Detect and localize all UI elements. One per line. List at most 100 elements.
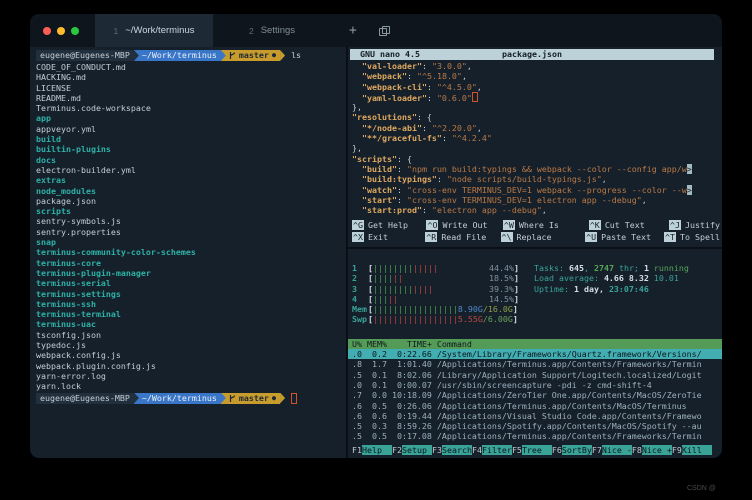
- nano-shortcut-replace[interactable]: ^\Replace: [501, 232, 586, 242]
- overlapping-windows-icon: [379, 26, 390, 36]
- nano-token: "resolutions": [352, 112, 417, 122]
- tab-terminal[interactable]: 1 ~/Work/terminus: [95, 14, 213, 47]
- duplicate-tab-button[interactable]: [373, 14, 396, 47]
- nano-shortcut-where-is[interactable]: ^W Where Is: [503, 220, 589, 230]
- shortcut-label: Get Help: [368, 220, 408, 230]
- nano-token: "^5.18.0": [417, 71, 462, 81]
- nano-token: ,: [477, 123, 482, 133]
- htop-stat-line: Load average: 4.66 8.32 10.01: [534, 273, 689, 283]
- branch-name: master: [239, 50, 269, 61]
- meter-label: 4: [352, 294, 368, 304]
- nano-shortcut-get-help[interactable]: ^G Get Help: [352, 220, 426, 230]
- fkey-number: F1: [352, 445, 362, 455]
- htop-pane[interactable]: 1[|||||||||||||44.4%]2[||||||18.5%]3[|||…: [348, 249, 722, 458]
- directory-entry: terminus-uac: [36, 319, 346, 329]
- new-tab-button[interactable]: +: [341, 14, 365, 47]
- file-entry: LICENSE: [36, 83, 346, 93]
- fkey-number: F4: [472, 445, 482, 455]
- titlebar[interactable]: 1 ~/Work/terminus 2 Settings +: [30, 14, 722, 47]
- htop-fkey-nice+[interactable]: F8Nice +: [632, 445, 672, 455]
- shortcut-label: Where Is: [519, 220, 559, 230]
- shortcut-key: ^J: [669, 220, 681, 230]
- meter-label: 3: [352, 284, 368, 294]
- htop-fkey-filter[interactable]: F4Filter: [472, 445, 512, 455]
- shell-prompt: eugene@Eugenes-MBP ~/Work/terminus maste…: [36, 393, 346, 404]
- shortcut-label: Justify: [685, 220, 720, 230]
- fkey-label: Help: [362, 445, 392, 455]
- process-table-header[interactable]: U% MEM% TIME+ Command: [348, 339, 722, 349]
- nano-shortcut-exit[interactable]: ^XExit: [352, 232, 425, 242]
- htop-stat-line: Tasks: 645, 2747 thr; 1 running: [534, 263, 689, 273]
- tab-settings[interactable]: 2 Settings: [213, 14, 331, 47]
- shortcut-key: ^G: [352, 220, 364, 230]
- htop-fkey-search[interactable]: F3Search: [432, 445, 472, 455]
- file-entry: HACKING.md: [36, 72, 346, 82]
- fkey-number: F8: [632, 445, 642, 455]
- shortcut-key: ^W: [503, 220, 515, 230]
- file-entry: package.json: [36, 196, 346, 206]
- nano-token: "val-loader": [362, 61, 422, 71]
- meter-total: /16.0G: [483, 304, 513, 314]
- meter-used: 5.55G: [458, 314, 483, 324]
- nano-shortcut-to-spell[interactable]: ^TTo Spell: [664, 232, 720, 242]
- nano-pane[interactable]: package.json GNU nano 4.5 "val-loader": …: [348, 47, 722, 247]
- fkey-number: F3: [432, 445, 442, 455]
- nano-line: "resolutions": {: [348, 112, 720, 122]
- htop-fkey-kill[interactable]: F9Kill: [672, 445, 712, 455]
- nano-token: ,: [467, 61, 472, 71]
- shortcut-key: ^K: [589, 220, 601, 230]
- htop-fkey-sortby[interactable]: F6SortBy: [552, 445, 592, 455]
- process-row[interactable]: .6 0.5 0:26.06 /Applications/Terminus.ap…: [348, 401, 722, 411]
- htop-fkey-tree[interactable]: F5Tree: [512, 445, 552, 455]
- prompt-user: eugene@Eugenes-MBP: [36, 393, 134, 404]
- nano-shortcut-read-file[interactable]: ^RRead File: [425, 232, 500, 242]
- nano-shortcut-justify[interactable]: ^J Justify: [669, 220, 720, 230]
- meter-label: 1: [352, 263, 368, 273]
- process-row[interactable]: .5 0.3 8:59.26 /Applications/Spotify.app…: [348, 421, 722, 431]
- nano-token: "webpack-cli": [362, 82, 427, 92]
- nano-shortcut-write-out[interactable]: ^OWrite Out: [426, 220, 502, 230]
- htop-stats: Tasks: 645, 2747 thr; 1 runningLoad aver…: [534, 263, 689, 294]
- nano-token: :: [427, 93, 437, 103]
- directory-entry: snap: [36, 237, 346, 247]
- htop-fkey-setup[interactable]: F2Setup: [392, 445, 432, 455]
- prompt-git-branch: master ●: [221, 393, 280, 404]
- typed-command: ls: [291, 50, 301, 60]
- terminal-pane[interactable]: eugene@Eugenes-MBP ~/Work/terminus maste…: [30, 47, 346, 458]
- file-entry: electron-builder.yml: [36, 165, 346, 175]
- nano-token: "build": [362, 164, 397, 174]
- shortcut-label: To Spell: [680, 232, 720, 242]
- directory-entry: docs: [36, 155, 346, 165]
- swp-meter: Swp[|||||||||||||||||5.55G/6.00G]: [352, 314, 722, 324]
- htop-fkey-nice-[interactable]: F7Nice -: [592, 445, 632, 455]
- process-row[interactable]: .6 0.6 0:19.44 /Applications/Visual Stud…: [348, 411, 722, 421]
- process-row[interactable]: .0 0.1 0:00.07 /usr/sbin/screencapture -…: [348, 380, 722, 390]
- maximize-button[interactable]: [71, 27, 79, 35]
- file-entry: appveyor.yml: [36, 124, 346, 134]
- meter-bar: |||||14.5%: [373, 294, 514, 304]
- terminus-window: 1 ~/Work/terminus 2 Settings + eugene@Eu…: [30, 14, 722, 458]
- nano-token: :: [427, 82, 437, 92]
- meter-label: 2: [352, 273, 368, 283]
- nano-token: [352, 185, 362, 195]
- nano-token: [352, 123, 362, 133]
- nano-token: "start:prod": [362, 205, 422, 215]
- nano-token: ,: [642, 195, 647, 205]
- minimize-button[interactable]: [57, 27, 65, 35]
- tab-bar: 1 ~/Work/terminus 2 Settings: [95, 14, 331, 47]
- nano-line: "val-loader": "3.0.0",: [348, 61, 720, 71]
- process-row[interactable]: .5 0.5 0:17.08 /Applications/Terminus.ap…: [348, 431, 722, 441]
- process-row[interactable]: .5 0.1 8:02.06 /Library/Application Supp…: [348, 370, 722, 380]
- process-row[interactable]: .7 0.0 10:18.09 /Applications/ZeroTier O…: [348, 390, 722, 400]
- directory-entry: terminus-ssh: [36, 299, 346, 309]
- nano-shortcut-paste-text[interactable]: ^UPaste Text: [585, 232, 664, 242]
- close-button[interactable]: [43, 27, 51, 35]
- htop-fkey-help[interactable]: F1Help: [352, 445, 392, 455]
- process-row[interactable]: .8 1.7 1:01.40 /Applications/Terminus.ap…: [348, 359, 722, 369]
- shortcut-key: ^O: [426, 220, 438, 230]
- directory-entry: terminus-community-color-schemes: [36, 247, 346, 257]
- nano-shortcut-cut-text[interactable]: ^KCut Text: [589, 220, 669, 230]
- traffic-lights: [43, 14, 79, 47]
- process-row[interactable]: .0 0.2 0:22.66 /System/Library/Framework…: [348, 349, 722, 359]
- nano-line: "webpack": "^5.18.0",: [348, 71, 720, 81]
